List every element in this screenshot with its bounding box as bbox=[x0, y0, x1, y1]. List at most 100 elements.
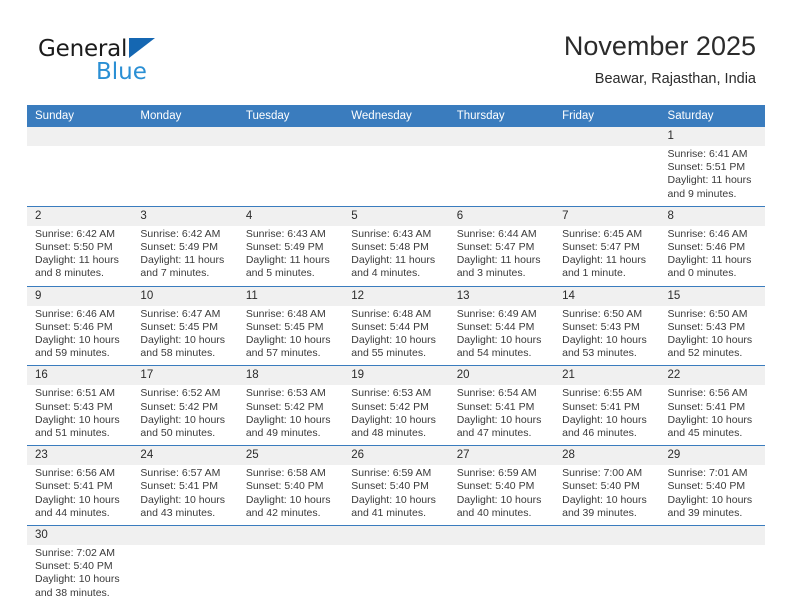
day-number[interactable]: 29 bbox=[659, 445, 765, 466]
day-number[interactable] bbox=[659, 525, 765, 546]
day-cell[interactable]: Sunrise: 6:46 AM Sunset: 5:46 PM Dayligh… bbox=[27, 305, 133, 366]
day-cell[interactable] bbox=[343, 545, 449, 605]
day-number[interactable]: 21 bbox=[554, 365, 660, 386]
day-number[interactable]: 27 bbox=[448, 445, 555, 466]
day-number[interactable]: 24 bbox=[132, 445, 238, 466]
day-cell[interactable]: Sunrise: 6:59 AM Sunset: 5:40 PM Dayligh… bbox=[343, 465, 449, 526]
day-number[interactable]: 30 bbox=[27, 525, 133, 546]
general-blue-logo[interactable]: General Blue bbox=[38, 36, 238, 90]
day-cell[interactable]: Sunrise: 6:52 AM Sunset: 5:42 PM Dayligh… bbox=[132, 385, 238, 446]
day-cell[interactable] bbox=[27, 146, 133, 207]
day-number[interactable]: 22 bbox=[659, 365, 765, 386]
day-number[interactable] bbox=[343, 127, 449, 146]
day-number[interactable]: 12 bbox=[343, 285, 449, 306]
sunrise-line: Sunrise: 6:46 AM bbox=[35, 307, 115, 320]
page-header: General Blue November 2025 Beawar, Rajas… bbox=[0, 0, 792, 104]
day-number[interactable]: 11 bbox=[237, 285, 344, 306]
day-cell[interactable] bbox=[448, 545, 555, 605]
day-number[interactable]: 1 bbox=[659, 127, 765, 146]
sunrise-line: Sunrise: 6:45 AM bbox=[562, 227, 643, 240]
day-cell[interactable]: Sunrise: 6:56 AM Sunset: 5:41 PM Dayligh… bbox=[659, 385, 765, 446]
day-number[interactable]: 20 bbox=[448, 365, 555, 386]
day-cell[interactable]: Sunrise: 6:46 AM Sunset: 5:46 PM Dayligh… bbox=[659, 225, 765, 287]
day-number[interactable]: 17 bbox=[132, 365, 238, 386]
day-number[interactable] bbox=[343, 525, 449, 546]
day-cell[interactable] bbox=[554, 146, 660, 207]
day-cell[interactable]: Sunrise: 6:44 AM Sunset: 5:47 PM Dayligh… bbox=[448, 225, 555, 287]
day-cell[interactable]: Sunrise: 7:00 AM Sunset: 5:40 PM Dayligh… bbox=[554, 465, 660, 526]
day-number[interactable] bbox=[554, 127, 660, 146]
day-number[interactable]: 6 bbox=[448, 205, 555, 226]
day-number[interactable]: 16 bbox=[27, 365, 133, 386]
day-cell[interactable]: Sunrise: 6:53 AM Sunset: 5:42 PM Dayligh… bbox=[237, 385, 344, 446]
day-number[interactable]: 8 bbox=[659, 205, 765, 226]
day-number[interactable]: 28 bbox=[554, 445, 660, 466]
day-number[interactable]: 5 bbox=[343, 205, 449, 226]
calendar-wrapper: Sunday Monday Tuesday Wednesday Thursday… bbox=[27, 105, 765, 605]
day-number[interactable] bbox=[448, 127, 555, 146]
day-cell[interactable]: Sunrise: 6:42 AM Sunset: 5:49 PM Dayligh… bbox=[132, 225, 238, 287]
week-date-row: 1 bbox=[27, 127, 765, 146]
day-cell[interactable]: Sunrise: 6:53 AM Sunset: 5:42 PM Dayligh… bbox=[343, 385, 449, 446]
day-number[interactable]: 4 bbox=[237, 205, 344, 226]
day-cell[interactable]: Sunrise: 6:43 AM Sunset: 5:48 PM Dayligh… bbox=[343, 225, 449, 287]
daylight-line: Daylight: 11 hours bbox=[140, 254, 225, 267]
day-number[interactable]: 9 bbox=[27, 285, 133, 306]
day-cell[interactable] bbox=[554, 545, 660, 605]
day-number[interactable] bbox=[237, 525, 344, 546]
day-number[interactable]: 26 bbox=[343, 445, 449, 466]
weekday-header-tuesday: Tuesday bbox=[237, 105, 344, 127]
day-cell[interactable]: Sunrise: 6:55 AM Sunset: 5:41 PM Dayligh… bbox=[554, 385, 660, 446]
day-number[interactable]: 18 bbox=[237, 365, 344, 386]
day-cell[interactable]: Sunrise: 6:51 AM Sunset: 5:43 PM Dayligh… bbox=[27, 385, 133, 446]
day-cell[interactable]: Sunrise: 6:45 AM Sunset: 5:47 PM Dayligh… bbox=[554, 225, 660, 287]
day-number[interactable]: 23 bbox=[27, 445, 133, 466]
day-number[interactable] bbox=[554, 525, 660, 546]
day-cell[interactable]: Sunrise: 6:59 AM Sunset: 5:40 PM Dayligh… bbox=[448, 465, 555, 526]
day-cell[interactable]: Sunrise: 6:47 AM Sunset: 5:45 PM Dayligh… bbox=[132, 305, 238, 366]
day-number[interactable]: 7 bbox=[554, 205, 660, 226]
day-cell[interactable]: Sunrise: 6:48 AM Sunset: 5:45 PM Dayligh… bbox=[237, 305, 344, 366]
day-number[interactable] bbox=[132, 525, 238, 546]
day-number[interactable] bbox=[448, 525, 555, 546]
daylight-line: Daylight: 10 hours bbox=[140, 334, 226, 347]
day-number[interactable]: 19 bbox=[343, 365, 449, 386]
day-cell[interactable] bbox=[132, 146, 238, 207]
day-number[interactable]: 13 bbox=[448, 285, 555, 306]
sunrise-line: Sunrise: 6:46 AM bbox=[667, 227, 748, 240]
day-cell[interactable]: Sunrise: 6:48 AM Sunset: 5:44 PM Dayligh… bbox=[343, 305, 449, 366]
week-info-row: Sunrise: 6:41 AM Sunset: 5:51 PM Dayligh… bbox=[27, 146, 765, 207]
day-cell[interactable]: Sunrise: 6:49 AM Sunset: 5:44 PM Dayligh… bbox=[448, 305, 555, 366]
day-number[interactable]: 3 bbox=[132, 205, 238, 226]
day-number[interactable]: 25 bbox=[237, 445, 344, 466]
day-number[interactable]: 10 bbox=[132, 285, 238, 306]
day-cell[interactable] bbox=[343, 146, 449, 207]
week-info-row: Sunrise: 6:42 AM Sunset: 5:50 PM Dayligh… bbox=[27, 225, 765, 287]
day-cell[interactable]: Sunrise: 6:43 AM Sunset: 5:49 PM Dayligh… bbox=[237, 225, 344, 287]
day-number[interactable]: 2 bbox=[27, 205, 133, 226]
day-cell[interactable]: Sunrise: 6:57 AM Sunset: 5:41 PM Dayligh… bbox=[132, 465, 238, 526]
sunset-line: Sunset: 5:44 PM bbox=[351, 320, 429, 333]
day-cell[interactable] bbox=[237, 545, 344, 605]
day-number[interactable]: 14 bbox=[554, 285, 660, 306]
sunrise-line: Sunrise: 6:42 AM bbox=[35, 227, 115, 240]
day-cell[interactable] bbox=[237, 146, 344, 207]
day-cell[interactable] bbox=[132, 545, 238, 605]
day-cell[interactable]: Sunrise: 7:02 AM Sunset: 5:40 PM Dayligh… bbox=[27, 545, 133, 605]
day-cell[interactable]: Sunrise: 6:41 AM Sunset: 5:51 PM Dayligh… bbox=[659, 146, 765, 207]
day-cell[interactable] bbox=[659, 545, 765, 605]
day-cell[interactable]: Sunrise: 6:56 AM Sunset: 5:41 PM Dayligh… bbox=[27, 465, 133, 526]
day-cell[interactable]: Sunrise: 6:54 AM Sunset: 5:41 PM Dayligh… bbox=[448, 385, 555, 446]
day-cell[interactable]: Sunrise: 6:58 AM Sunset: 5:40 PM Dayligh… bbox=[237, 465, 344, 526]
day-number[interactable] bbox=[237, 127, 344, 146]
day-number[interactable] bbox=[132, 127, 238, 146]
page-subtitle: Beawar, Rajasthan, India bbox=[594, 71, 756, 87]
day-cell[interactable]: Sunrise: 6:50 AM Sunset: 5:43 PM Dayligh… bbox=[659, 305, 765, 366]
day-cell[interactable]: Sunrise: 6:42 AM Sunset: 5:50 PM Dayligh… bbox=[27, 225, 133, 287]
day-cell[interactable] bbox=[448, 146, 555, 207]
logo-text-blue: Blue bbox=[96, 59, 147, 85]
day-cell[interactable]: Sunrise: 6:50 AM Sunset: 5:43 PM Dayligh… bbox=[554, 305, 660, 366]
day-number[interactable] bbox=[27, 127, 133, 146]
day-cell[interactable]: Sunrise: 7:01 AM Sunset: 5:40 PM Dayligh… bbox=[659, 465, 765, 526]
day-number[interactable]: 15 bbox=[659, 285, 765, 306]
